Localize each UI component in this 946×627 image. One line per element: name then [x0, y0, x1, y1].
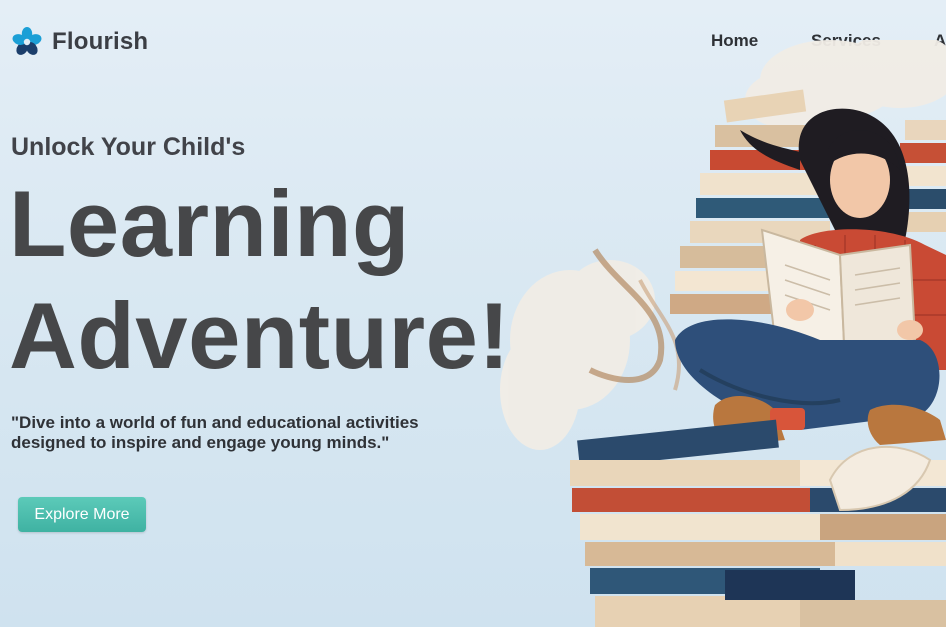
hero-headline-line1: Learning [9, 171, 410, 276]
flower-icon [12, 27, 42, 55]
hero-tagline: "Dive into a world of fun and educationa… [11, 413, 419, 452]
hero-eyebrow: Unlock Your Child's [11, 133, 246, 161]
hero-illustration [500, 40, 946, 627]
brand-name: Flourish [52, 28, 149, 55]
hero-headline: Learning Adventure! [9, 168, 510, 392]
explore-more-button[interactable]: Explore More [18, 497, 146, 532]
landing-page: Flourish Home Services A Unlock Your Chi… [0, 0, 946, 627]
brand-logo[interactable]: Flourish [11, 26, 148, 58]
hero-headline-line2: Adventure! [9, 283, 511, 388]
